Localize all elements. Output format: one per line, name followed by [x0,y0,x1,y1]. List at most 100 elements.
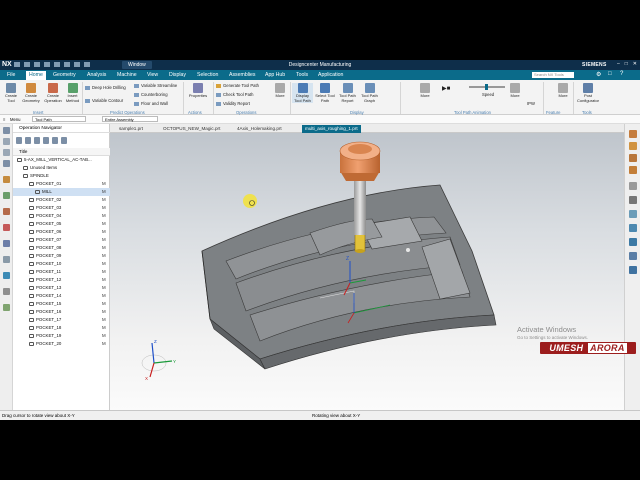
check-tool-path-button[interactable]: Check Tool Path [216,92,253,97]
workpiece-part[interactable] [201,184,497,370]
display-mode-icon[interactable] [629,266,637,274]
web-browser-icon[interactable] [3,240,10,247]
search-input[interactable]: Search NX Tools [532,72,574,78]
close-icon[interactable]: ✕ [633,61,637,67]
machine-tool-icon[interactable] [3,160,10,167]
tree-node[interactable]: POCKET_15 M [13,300,110,308]
tree-node[interactable]: POCKET_13 M [13,284,110,292]
deep-hole-drilling-button[interactable]: Deep Hole Drilling [85,85,126,90]
ipw-dropdown[interactable]: IPW [527,101,535,106]
materials-icon[interactable] [3,304,10,311]
menu-tab-view[interactable]: View [147,72,158,78]
select-tool-path-button[interactable]: Select Tool Path [315,83,335,103]
tree-node[interactable]: 5-AX_MILL_VERTICAL_AC-TAB... [13,156,110,164]
snap-icon[interactable] [629,182,637,190]
menu-button[interactable]: Menu [10,117,20,122]
window-icon[interactable]: □ [608,71,612,77]
tool-path-report-button[interactable]: Tool Path Report [337,83,358,103]
layer-settings-icon[interactable] [629,130,637,138]
tree-node[interactable]: POCKET_08 M [13,244,110,252]
machine-tool-view-icon[interactable] [25,137,31,144]
validity-report-button[interactable]: Validity Report [216,101,250,106]
zoom-icon[interactable] [629,224,637,232]
visualization-icon[interactable] [629,154,637,162]
menu-tab-analysis[interactable]: Analysis [87,72,106,78]
pan-icon[interactable] [629,238,637,246]
tree-node[interactable]: POCKET_16 M [13,308,110,316]
more-button-2[interactable]: More [508,83,522,99]
tree-node[interactable]: POCKET_02 M [13,196,110,204]
menu-tab-file[interactable]: File [7,72,15,78]
type-filter-dropdown[interactable]: Tool Path [32,116,86,122]
menu-tab-application[interactable]: Application [318,72,343,78]
tools-icon[interactable] [3,208,10,215]
play-icon[interactable]: ▶■ [442,85,450,92]
menu-tab-machine[interactable]: Machine [117,72,137,78]
tree-node[interactable]: POCKET_17 M [13,316,110,324]
menu-tab-selection[interactable]: Selection [197,72,218,78]
geometry-view-icon[interactable] [34,137,40,144]
floor-and-wall-button[interactable]: Floor and Wall [134,101,168,106]
history-icon[interactable] [3,176,10,183]
speed-slider-thumb[interactable] [485,84,488,90]
properties-button[interactable]: Properties [186,83,210,99]
tree-node[interactable]: POCKET_06 M [13,228,110,236]
tree-node[interactable]: POCKET_12 M [13,276,110,284]
gear-icon[interactable]: ⚙ [596,71,601,78]
doc-tab[interactable]: sample1.prt [116,125,146,133]
minimize-icon[interactable]: – [617,61,620,67]
tree-node[interactable]: POCKET_20 M [13,340,110,348]
rotate-icon[interactable] [629,196,637,204]
reuse-library-icon[interactable] [3,224,10,231]
roles-icon[interactable] [3,192,10,199]
post-configurator-button[interactable]: Post Configurator [574,83,602,103]
orient-icon[interactable] [629,252,637,260]
menu-tab-tools[interactable]: Tools [296,72,308,78]
settings-icon[interactable] [3,288,10,295]
tree-node[interactable]: POCKET_01 M [13,180,110,188]
counterboring-button[interactable]: Counterboring [134,92,168,97]
palette-icon[interactable] [3,256,10,263]
tree-node[interactable]: MILL M [13,188,110,196]
program-order-view-icon[interactable] [16,137,22,144]
menu-tab-home[interactable]: Home [26,71,46,80]
create-tool-button[interactable]: Create Tool [3,83,19,103]
help-icon[interactable]: ? [620,71,623,77]
create-geometry-button[interactable]: Create Geometry [21,83,41,103]
doc-tab[interactable]: OCTOPUS_NEW_Magic.prt [160,125,223,133]
operation-navigator-icon[interactable] [3,127,10,134]
maximize-icon[interactable]: □ [625,61,628,67]
tree-node[interactable]: POCKET_09 M [13,252,110,260]
tree-node[interactable]: POCKET_18 M [13,324,110,332]
more-button[interactable]: More [273,83,287,99]
tree-node[interactable]: POCKET_14 M [13,292,110,300]
tree-node[interactable]: Unused Items [13,164,110,172]
variable-streamline-button[interactable]: Variable Streamline [134,83,177,88]
variable-contour-button[interactable]: Variable Contour [85,98,123,103]
tree-node[interactable]: POCKET_07 M [13,236,110,244]
generate-tool-path-button[interactable]: Generate Tool Path [216,83,259,88]
feature-more-button[interactable]: More [556,83,570,99]
cad-model-view[interactable]: Z Z Y X [110,133,624,410]
insert-method-button[interactable]: Insert Method [65,83,80,103]
tree-node[interactable]: POCKET_19 M [13,332,110,340]
tree-node[interactable]: POCKET_04 M [13,212,110,220]
display-tool-path-button[interactable]: Display Tool Path [292,83,313,103]
menu-tab-display[interactable]: Display [169,72,186,78]
system-scene-icon[interactable] [3,272,10,279]
fit-icon[interactable] [629,210,637,218]
animation-more-button[interactable]: More [418,83,432,99]
machining-method-view-icon[interactable] [43,137,49,144]
menu-tab-geometry[interactable]: Geometry [53,72,76,78]
menu-tab-assemblies[interactable]: Assemblies [229,72,256,78]
navigator-column-header[interactable]: Title [13,148,110,156]
shading-icon[interactable] [629,166,637,174]
tree-node[interactable]: POCKET_03 M [13,204,110,212]
filter-icon[interactable] [52,137,58,144]
doc-tab[interactable]: 4Axis_Holemaking.prt [234,125,285,133]
find-icon[interactable] [61,137,67,144]
graphics-viewport[interactable]: Z Z Y X [110,133,624,410]
tree-node[interactable]: POCKET_05 M [13,220,110,228]
create-operation-button[interactable]: Create Operation [42,83,64,103]
tree-node[interactable]: POCKET_11 M [13,268,110,276]
